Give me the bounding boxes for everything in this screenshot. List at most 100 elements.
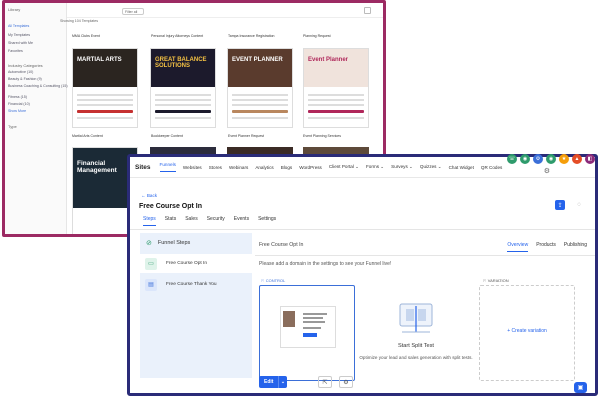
share-icon[interactable]: ⇪ — [555, 200, 565, 210]
tab-steps[interactable]: Steps — [143, 216, 156, 226]
template-hero: MARTIAL ARTS — [73, 49, 137, 87]
tab-publishing[interactable]: Publishing — [564, 242, 587, 252]
funnel-steps-heading: ⊘ Funnel Steps — [140, 234, 252, 252]
template-label: MMA Clubs Event — [72, 34, 100, 38]
sidebar-item-my-templates[interactable]: My Templates — [8, 33, 30, 37]
gear-icon[interactable]: ⚙ — [339, 376, 353, 388]
template-card[interactable]: EVENT PLANNER — [227, 48, 293, 128]
nav-webinars[interactable]: Webinars — [229, 165, 248, 170]
status-icon[interactable]: ◉ — [546, 154, 556, 164]
tab-products[interactable]: Products — [536, 242, 556, 252]
nav-stores[interactable]: Stores — [209, 165, 222, 170]
variation-label: ⚐ VARIATION — [483, 278, 509, 283]
template-hero: GREAT BALANCE SOLUTIONS — [151, 49, 215, 87]
category-item[interactable]: Automotive (10) — [8, 70, 33, 74]
nav-analytics[interactable]: Analytics — [255, 165, 273, 170]
create-variation-link[interactable]: + Create variation — [480, 328, 574, 334]
category-item[interactable]: Business Coaching & Consulting (15) — [8, 84, 68, 88]
gallery-topbar: Filter all — [67, 3, 383, 18]
help-icon[interactable]: ◌ — [577, 202, 581, 208]
control-label: ⚐ CONTROL — [261, 278, 286, 283]
chat-icon[interactable]: ▣ — [574, 382, 587, 393]
tab-sales[interactable]: Sales — [185, 216, 198, 226]
nav-quizzes[interactable]: Quizzes ⌄ — [420, 164, 442, 170]
type-label: Type — [8, 124, 17, 129]
variation-card: + Create variation — [479, 285, 575, 381]
sidebar-item-shared[interactable]: Shared with Me — [8, 41, 33, 45]
gallery-close-button[interactable] — [364, 7, 371, 14]
page-title: Free Course Opt In — [139, 203, 203, 210]
alert-icon[interactable]: ▲ — [572, 154, 582, 164]
sidebar-item-favorites[interactable]: Favorites — [8, 49, 23, 53]
brand-title: Sites — [135, 163, 151, 171]
user-avatar-icon[interactable]: ◧ — [585, 154, 595, 164]
template-label: Personal Injury Attorneys Content — [151, 34, 204, 38]
nav-blogs[interactable]: Blogs — [281, 165, 293, 170]
control-label-text: CONTROL — [265, 278, 286, 283]
settings-gear-icon[interactable]: ⚙ — [544, 167, 550, 175]
template-card[interactable]: Event Planner — [303, 48, 369, 128]
domain-notice: Please add a domain in the settings to s… — [259, 261, 392, 267]
template-label: Event Planning Services — [303, 134, 341, 138]
nav-surveys[interactable]: Surveys ⌄ — [391, 164, 413, 170]
step-item-opt-in[interactable]: ▭ Free Course Opt In — [140, 254, 252, 273]
show-more-link[interactable]: Show More — [8, 109, 26, 113]
step-label: Free Course Thank You — [166, 282, 217, 287]
check-circle-icon: ⊘ — [146, 240, 152, 247]
step-item-thank-you[interactable]: ▤ Free Course Thank You — [140, 275, 252, 294]
category-item[interactable]: Fitness (15) — [8, 95, 27, 99]
tab-stats[interactable]: Stats — [165, 216, 176, 226]
template-hero: EVENT PLANNER — [228, 49, 292, 87]
page-step-icon: ▤ — [145, 278, 157, 291]
tab-settings[interactable]: Settings — [258, 216, 276, 226]
template-hero-text: EVENT PLANNER — [232, 57, 283, 63]
nav-funnels[interactable]: Funnels — [159, 162, 176, 172]
page-thumbnail — [280, 306, 336, 348]
edit-label: Edit — [264, 379, 274, 385]
category-label: Industry Categories — [8, 63, 43, 68]
template-hero-text: MARTIAL ARTS — [77, 57, 122, 63]
template-hero-text: GREAT BALANCE SOLUTIONS — [155, 57, 207, 69]
nav-wordpress[interactable]: WordPress — [299, 165, 322, 170]
app-icon-strip: ☏ ◉ ⚙ ◉ ★ ▲ ◧ — [507, 154, 595, 164]
divider — [255, 255, 595, 256]
split-test-description: Optimize your lead and sales generation … — [359, 355, 473, 360]
category-item[interactable]: Beauty & Fashion (9) — [8, 77, 42, 81]
sidebar-item-all-templates[interactable]: All Templates — [8, 24, 29, 28]
template-card[interactable]: MARTIAL ARTS — [72, 48, 138, 128]
notification-icon[interactable]: ★ — [559, 154, 569, 164]
control-page-card[interactable] — [259, 285, 355, 381]
back-link[interactable]: ← Back — [141, 193, 157, 198]
gallery-filter[interactable]: Filter all — [122, 8, 144, 15]
tab-events[interactable]: Events — [234, 216, 249, 226]
template-label: Event Planner Request — [228, 134, 264, 138]
chevron-down-icon[interactable]: ⌄ — [278, 376, 287, 388]
phone-icon[interactable]: ☏ — [507, 154, 517, 164]
step-label: Free Course Opt In — [166, 261, 208, 266]
nav-client-portal[interactable]: Client Portal ⌄ — [329, 164, 359, 170]
contacts-icon[interactable]: ◉ — [520, 154, 530, 164]
funnel-steps-title: Funnel Steps — [157, 240, 191, 246]
step-tabs: Overview Products Publishing — [507, 242, 587, 252]
tab-overview[interactable]: Overview — [507, 242, 529, 252]
template-hero: Event Planner — [304, 49, 368, 87]
external-link-icon[interactable]: ⇱ — [318, 376, 332, 388]
edit-button[interactable]: Edit ⌄ — [259, 376, 287, 388]
divider — [130, 229, 595, 230]
gallery-sidebar: Library All Templates My Templates Share… — [5, 3, 68, 234]
funnel-editor-window: Sites Funnels Websites Stores Webinars A… — [127, 154, 598, 396]
template-label: Martial Arts Content — [72, 134, 103, 138]
nav-forms[interactable]: Forms ⌄ — [366, 164, 384, 170]
gallery-sidebar-title: Library — [8, 7, 21, 12]
settings-icon[interactable]: ⚙ — [533, 154, 543, 164]
template-label: Planning Request — [303, 34, 331, 38]
template-hero-text: Event Planner — [308, 57, 349, 63]
template-card[interactable]: GREAT BALANCE SOLUTIONS — [150, 48, 216, 128]
nav-qr-codes[interactable]: QR Codes — [481, 165, 502, 170]
tab-security[interactable]: Security — [207, 216, 225, 226]
funnel-subtabs: Steps Stats Sales Security Events Settin… — [143, 216, 276, 226]
variation-label-text: VARIATION — [487, 278, 509, 283]
nav-websites[interactable]: Websites — [183, 165, 202, 170]
category-item[interactable]: Financial (10) — [8, 102, 30, 106]
nav-chat-widget[interactable]: Chat Widget — [449, 165, 474, 170]
